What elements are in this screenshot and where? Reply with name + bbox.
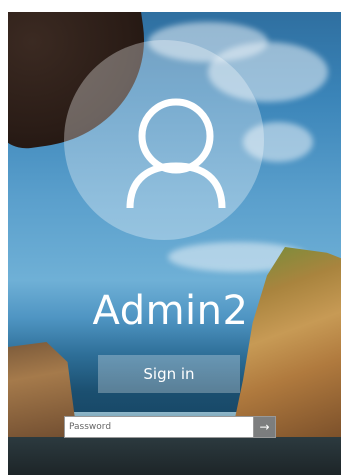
user-name: Admin2 [92, 288, 249, 334]
user-avatar [64, 40, 264, 240]
beach [8, 437, 341, 475]
sign-in-button[interactable]: Sign in [98, 355, 240, 393]
cliff-right [231, 247, 341, 437]
password-row: Password → [64, 416, 276, 438]
password-field[interactable]: Password [64, 416, 254, 438]
user-silhouette-icon [126, 98, 226, 209]
arrow-right-icon[interactable]: → [254, 416, 276, 438]
